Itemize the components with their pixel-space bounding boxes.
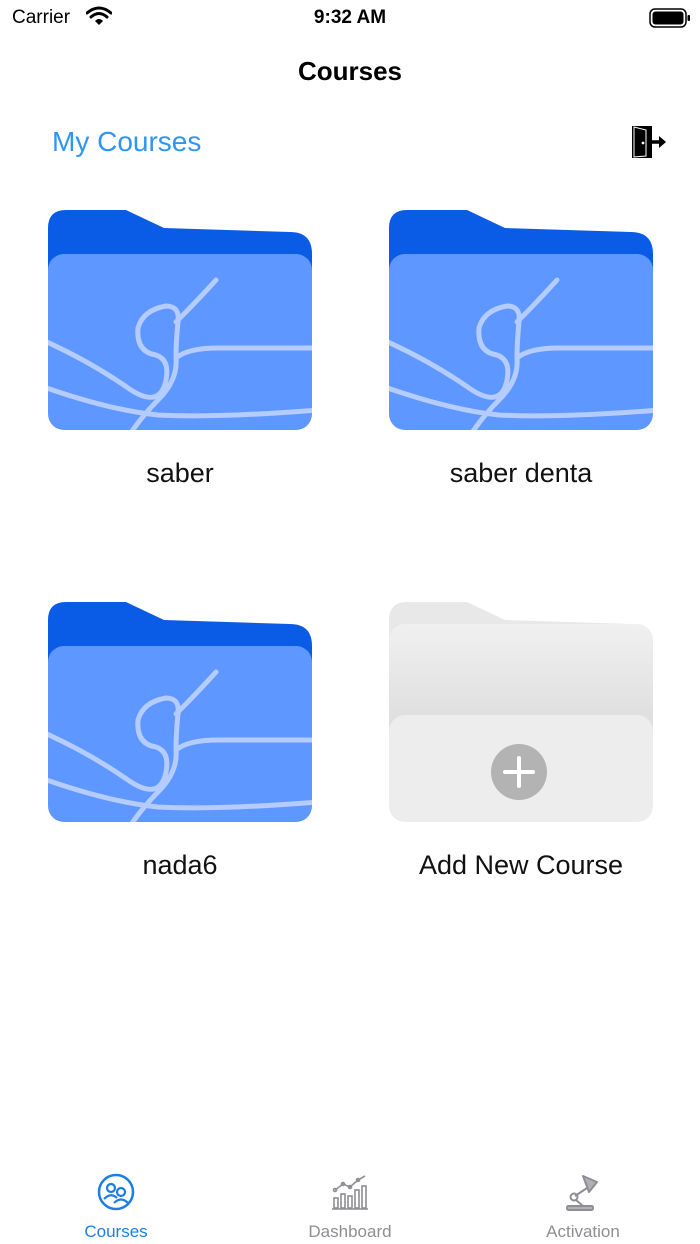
tab-activation[interactable]: Activation: [503, 1160, 663, 1244]
tab-dashboard[interactable]: Dashboard: [270, 1160, 430, 1244]
course-label: saber denta: [449, 458, 593, 488]
tab-courses[interactable]: Courses: [36, 1160, 196, 1244]
logout-button[interactable]: [630, 124, 668, 160]
folder-icon: [48, 210, 312, 430]
course-label: nada6: [142, 850, 218, 880]
course-tile-nada6[interactable]: nada6: [48, 602, 312, 880]
course-tile-saber-denta[interactable]: saber denta: [389, 210, 653, 488]
logout-door-icon: [632, 126, 666, 158]
page-title: Courses: [297, 56, 403, 86]
people-circle-icon: [97, 1173, 135, 1211]
status-bar: Carrier 9:32 AM: [0, 0, 700, 36]
tab-bar: Courses Dashboard Activation: [0, 1160, 700, 1244]
course-label: saber: [146, 458, 214, 488]
my-courses-title: My Courses: [52, 126, 202, 157]
tab-label: Activation: [546, 1222, 620, 1241]
desk-lamp-icon: [566, 1175, 598, 1211]
course-tile-saber[interactable]: saber: [48, 210, 312, 488]
add-new-course-label: Add New Course: [418, 850, 624, 880]
chart-icon: [332, 1175, 368, 1210]
folder-icon: [48, 602, 312, 822]
folder-icon: [389, 602, 653, 822]
tab-label: Courses: [84, 1222, 148, 1241]
battery-icon: [649, 8, 690, 28]
tab-label: Dashboard: [308, 1222, 392, 1241]
clock: 9:32 AM: [313, 7, 387, 28]
folder-icon: [389, 210, 653, 430]
add-new-course-tile[interactable]: Add New Course: [389, 602, 653, 880]
